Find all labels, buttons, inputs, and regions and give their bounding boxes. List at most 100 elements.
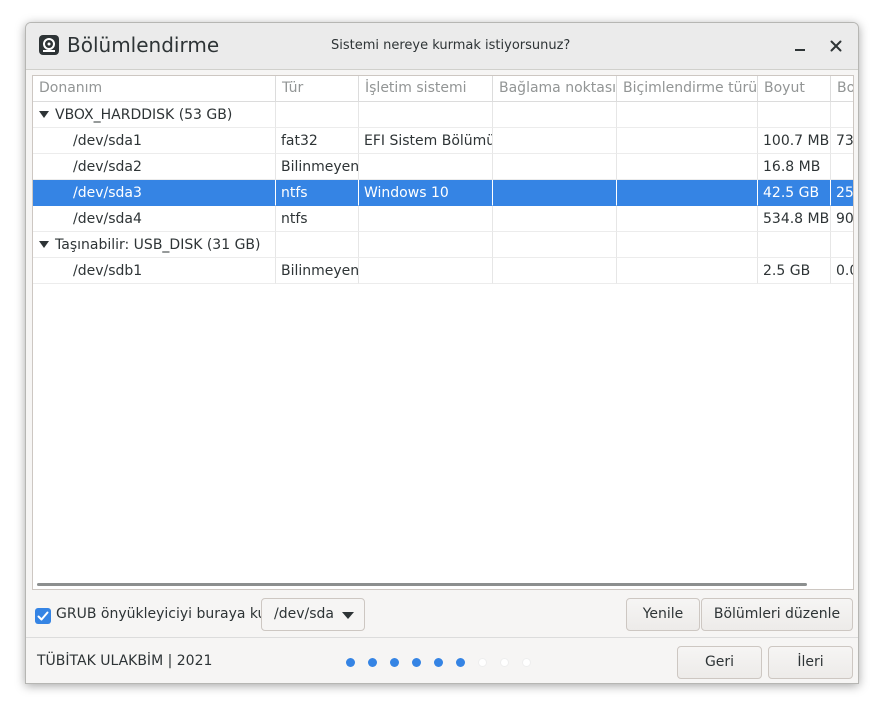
cell-os <box>359 258 493 284</box>
minimize-icon[interactable] <box>791 37 809 55</box>
installer-window: Bölümlendirme Sistemi nereye kurmak isti… <box>25 22 859 684</box>
cell-mount <box>493 180 617 206</box>
cell-mount <box>493 232 617 258</box>
cell-device: /dev/sda3 <box>33 180 276 206</box>
cell-text: 0.0 <box>836 263 853 279</box>
cell-text: /dev/sda1 <box>73 133 142 149</box>
cell-text: Taşınabilir: USB_DISK (31 GB) <box>55 237 261 253</box>
cell-type <box>276 102 359 128</box>
cell-size <box>758 232 831 258</box>
cell-extra: 25. <box>831 180 854 206</box>
cell-mount <box>493 154 617 180</box>
grub-checkbox[interactable] <box>35 608 51 624</box>
cell-os <box>359 102 493 128</box>
cell-type: ntfs <box>276 206 359 232</box>
step-dot <box>478 658 487 667</box>
edit-partitions-button[interactable]: Bölümleri düzenle <box>701 598 853 631</box>
cell-mount <box>493 206 617 232</box>
horizontal-scrollbar[interactable] <box>37 583 807 586</box>
cell-text: 25. <box>836 185 854 201</box>
cell-format <box>617 180 758 206</box>
cell-type: Bilinmeyen <box>276 258 359 284</box>
cell-text: Bilinmeyen <box>281 263 359 279</box>
cell-type: ntfs <box>276 180 359 206</box>
cell-text: 90 <box>836 211 854 227</box>
cell-text: 16.8 MB <box>763 159 821 175</box>
cell-type <box>276 232 359 258</box>
cell-type: fat32 <box>276 128 359 154</box>
cell-size <box>758 102 831 128</box>
cell-os: EFI Sistem Bölümü <box>359 128 493 154</box>
cell-format <box>617 102 758 128</box>
step-dot <box>456 658 465 667</box>
cell-text: ntfs <box>281 185 308 201</box>
grub-device-value: /dev/sda <box>274 606 334 622</box>
cell-extra: 73. <box>831 128 854 154</box>
partition-row[interactable]: /dev/sda4 ntfs 534.8 MB 90 <box>33 206 853 232</box>
column-header-type[interactable]: Tür <box>276 76 359 101</box>
cell-text: fat32 <box>281 133 318 149</box>
cell-extra: 0.0 <box>831 258 853 284</box>
cell-text: VBOX_HARDDISK (53 GB) <box>55 107 233 123</box>
cell-mount <box>493 102 617 128</box>
cell-size: 42.5 GB <box>758 180 831 206</box>
step-dot <box>500 658 509 667</box>
disk-group-row[interactable]: Taşınabilir: USB_DISK (31 GB) <box>33 232 853 258</box>
cell-format <box>617 154 758 180</box>
window-subtitle: Sistemi nereye kurmak istiyorsunuz? <box>331 38 571 53</box>
cell-type: Bilinmeyen <box>276 154 359 180</box>
cell-extra <box>831 232 853 258</box>
column-header-mount[interactable]: Bağlama noktası <box>493 76 617 101</box>
cell-text: 42.5 GB <box>763 185 820 201</box>
cell-device: /dev/sda2 <box>33 154 276 180</box>
grub-label[interactable]: GRUB önyükleyiciyi buraya kur: <box>56 606 277 622</box>
cell-text: /dev/sda2 <box>73 159 142 175</box>
cell-text: 534.8 MB <box>763 211 830 227</box>
cell-device: /dev/sda4 <box>33 206 276 232</box>
step-dot <box>522 658 531 667</box>
column-header-size[interactable]: Boyut <box>758 76 831 101</box>
step-dot <box>346 658 355 667</box>
back-button[interactable]: Geri <box>677 646 762 679</box>
cell-os <box>359 232 493 258</box>
column-header-extra[interactable]: Bo <box>831 76 853 101</box>
step-dot <box>390 658 399 667</box>
column-header-os[interactable]: İşletim sistemi <box>359 76 493 101</box>
step-dot <box>368 658 377 667</box>
step-dot <box>434 658 443 667</box>
grub-bar: GRUB önyükleyiciyi buraya kur: /dev/sda … <box>26 598 858 642</box>
cell-os: Windows 10 <box>359 180 493 206</box>
column-header-device[interactable]: Donanım <box>33 76 276 101</box>
cell-text: /dev/sda3 <box>73 185 142 201</box>
partition-row[interactable]: /dev/sda2 Bilinmeyen 16.8 MB <box>33 154 853 180</box>
cell-text: 2.5 GB <box>763 263 811 279</box>
cell-text: 73. <box>836 133 854 149</box>
cell-format <box>617 258 758 284</box>
close-icon[interactable] <box>827 37 845 55</box>
title-bar: Bölümlendirme Sistemi nereye kurmak isti… <box>26 23 858 70</box>
expander-arrow-icon[interactable] <box>39 241 49 248</box>
cell-format <box>617 232 758 258</box>
cell-extra: 90 <box>831 206 854 232</box>
grub-device-dropdown[interactable]: /dev/sda <box>261 598 365 631</box>
column-header-format[interactable]: Biçimlendirme türü <box>617 76 758 101</box>
cell-os <box>359 154 493 180</box>
cell-size: 2.5 GB <box>758 258 831 284</box>
partition-row[interactable]: /dev/sdb1 Bilinmeyen 2.5 GB 0.0 <box>33 258 853 284</box>
cell-device: /dev/sda1 <box>33 128 276 154</box>
cell-text: /dev/sdb1 <box>73 263 143 279</box>
disk-group-row[interactable]: VBOX_HARDDISK (53 GB) <box>33 102 853 128</box>
expander-arrow-icon[interactable] <box>39 111 49 118</box>
partition-row[interactable]: /dev/sda1 fat32 EFI Sistem Bölümü 100.7 MB 7… <box>33 128 853 154</box>
refresh-button[interactable]: Yenile <box>626 598 700 631</box>
next-button[interactable]: İleri <box>768 646 853 679</box>
cell-format <box>617 128 758 154</box>
partition-table[interactable]: Donanım Tür İşletim sistemi Bağlama nokt… <box>32 75 854 590</box>
cell-size: 16.8 MB <box>758 154 831 180</box>
cell-device: VBOX_HARDDISK (53 GB) <box>33 102 276 128</box>
cell-os <box>359 206 493 232</box>
cell-mount <box>493 258 617 284</box>
partition-row[interactable]: /dev/sda3 ntfs Windows 10 42.5 GB 25. <box>33 180 853 206</box>
cell-device: /dev/sdb1 <box>33 258 276 284</box>
cell-text: Windows 10 <box>364 185 449 201</box>
